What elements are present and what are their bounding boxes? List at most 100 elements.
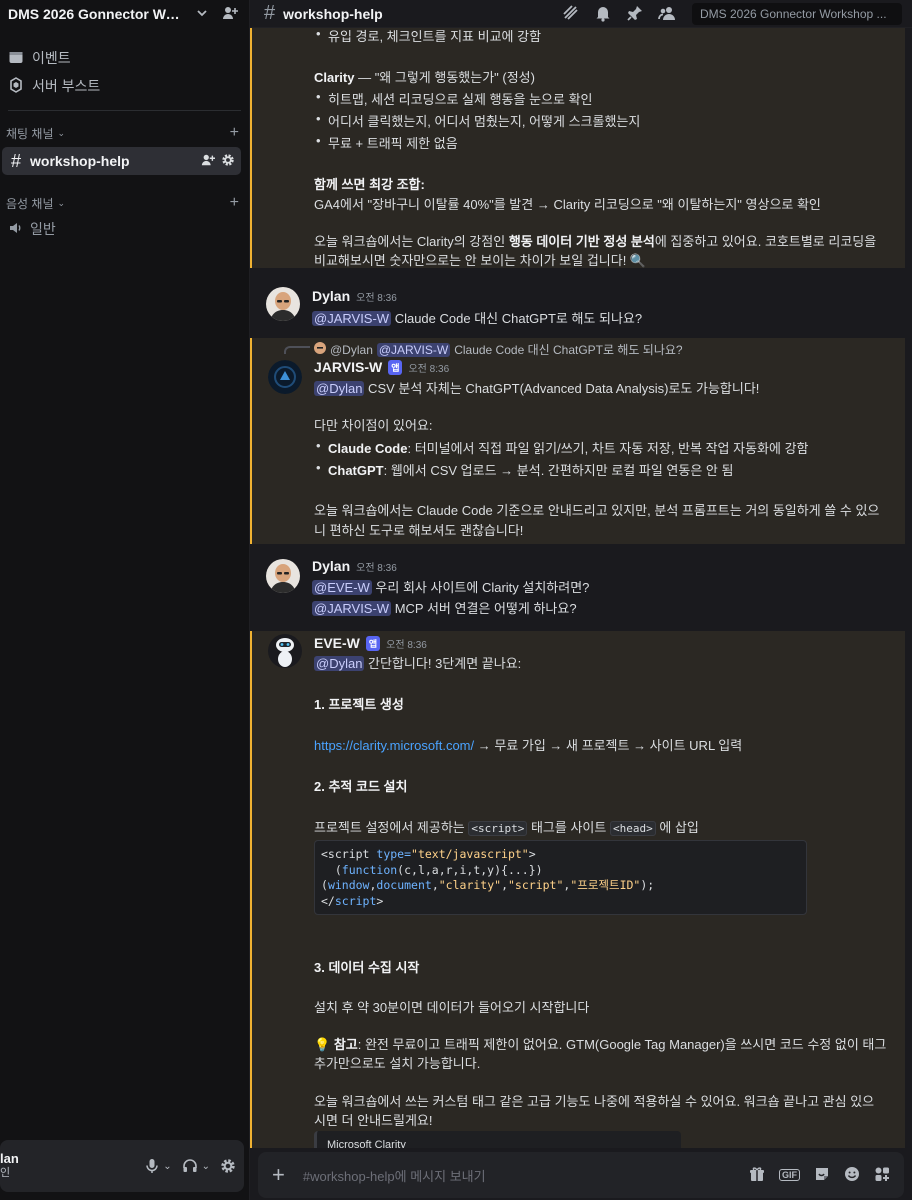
message-line: @Dylan CSV 분석 자체는 ChatGPT(Advanced Data … <box>314 381 760 396</box>
gif-icon[interactable]: GIF <box>779 1169 800 1181</box>
message-header: Dylan 오전 8:36 <box>312 558 397 574</box>
message-line: Clarity — "왜 그렇게 행동했는가" (정성) <box>314 70 535 85</box>
threads-icon[interactable] <box>562 4 580 26</box>
channel-workshop-help[interactable]: # workshop-help <box>2 147 241 175</box>
attach-plus-icon[interactable]: + <box>272 1162 285 1188</box>
author-name[interactable]: JARVIS-W <box>314 359 382 375</box>
chevron-down-icon[interactable] <box>196 7 208 22</box>
add-user-icon[interactable] <box>222 5 238 24</box>
reply-avatar-icon <box>314 342 326 357</box>
link-embed[interactable]: Microsoft Clarity <box>314 1131 681 1148</box>
reply-author: @Dylan <box>330 342 373 357</box>
reply-preview[interactable]: @Dylan @JARVIS-W Claude Code 대신 ChatGPT로… <box>314 341 683 358</box>
create-channel-icon[interactable]: + <box>230 194 239 212</box>
message-line: 다만 차이점이 있어요: <box>314 418 433 433</box>
mention[interactable]: @Dylan <box>314 656 365 671</box>
message-composer[interactable]: + #workshop-help에 메시지 보내기 GIF <box>258 1152 904 1198</box>
list-item: 무료 + 트래픽 제한 없음 <box>314 133 458 152</box>
code-block[interactable]: <script type="text/javascript"> (functio… <box>314 840 807 915</box>
channel-label: workshop-help <box>30 153 130 169</box>
mention[interactable]: @Dylan <box>314 381 365 396</box>
mention: @JARVIS-W <box>376 342 451 357</box>
timestamp: 오전 8:36 <box>356 563 397 574</box>
user-panel[interactable]: lan 인 ⌄ ⌄ <box>0 1140 244 1192</box>
app-badge: 앱 <box>365 636 381 651</box>
message-header: Dylan 오전 8:36 <box>312 288 397 304</box>
avatar[interactable] <box>268 360 302 394</box>
clarity-link[interactable]: https://clarity.microsoft.com/ <box>314 738 474 753</box>
server-boost-link[interactable]: 서버 부스트 <box>0 72 249 100</box>
microphone-icon[interactable]: ⌄ <box>145 1158 172 1174</box>
message-line: 프로젝트 설정에서 제공하는 <script> 태그를 사이트 <head> 에… <box>314 820 699 836</box>
gear-icon[interactable] <box>221 153 235 170</box>
sidebar-divider <box>8 110 241 111</box>
channel-header: # workshop-help DMS 2026 Gonnector Works… <box>250 0 912 28</box>
avatar[interactable] <box>268 634 302 668</box>
message-input[interactable]: #workshop-help에 메시지 보내기 <box>303 1166 486 1185</box>
message-line: 니 편하신 도구로 해보셔도 괜찮습니다! <box>314 523 524 538</box>
category-text-channels[interactable]: 채팅 채널 ⌄ + <box>0 121 249 145</box>
mention[interactable]: @EVE-W <box>312 580 372 595</box>
app-badge: 앱 <box>388 360 403 375</box>
voice-channel-general[interactable]: 일반 <box>2 215 241 243</box>
inline-code: <script> <box>468 821 528 836</box>
message-line: GA4에서 "장바구니 이탈률 40%"를 발견 → Clarity 리코딩으로… <box>314 197 821 212</box>
member-list-icon[interactable] <box>658 4 676 26</box>
bell-icon[interactable] <box>594 4 612 26</box>
author-name[interactable]: Dylan <box>312 288 350 304</box>
chevron-down-icon: ⌄ <box>57 127 66 138</box>
pin-icon[interactable] <box>626 4 644 26</box>
invite-icon[interactable] <box>201 153 215 170</box>
category-label: 채팅 채널 <box>6 126 54 141</box>
create-channel-icon[interactable]: + <box>230 124 239 142</box>
message: @Dylan @JARVIS-W Claude Code 대신 ChatGPT로… <box>250 338 905 544</box>
message-line: 설치 후 약 30분이면 데이터가 들어오기 시작합니다 <box>314 1000 590 1015</box>
settings-gear-icon[interactable] <box>220 1158 236 1174</box>
channel-label: 일반 <box>30 221 56 237</box>
search-input[interactable]: DMS 2026 Gonnector Workshop ... <box>692 3 902 25</box>
chevron-down-icon: ⌄ <box>57 197 66 208</box>
message: EVE-W 앱 오전 8:36 @Dylan 간단합니다! 3단계면 끝나요: … <box>250 631 905 1148</box>
mention[interactable]: @JARVIS-W <box>312 311 392 326</box>
message-line: https://clarity.microsoft.com/ → 무료 가입 →… <box>314 738 743 753</box>
message: Dylan 오전 8:36 @JARVIS-W Claude Code 대신 C… <box>250 282 905 336</box>
sticker-icon[interactable] <box>814 1166 830 1185</box>
server-name[interactable]: DMS 2026 Gonnector Workshop <box>8 6 188 22</box>
list-item: 히트맵, 세션 리코딩으로 실제 행동을 눈으로 확인 <box>314 89 592 108</box>
avatar[interactable] <box>266 559 300 593</box>
emoji-icon[interactable] <box>844 1166 860 1185</box>
user-status: 인 <box>0 1167 11 1179</box>
message-line: @Dylan 간단합니다! 3단계면 끝나요: <box>314 656 522 671</box>
message-line: 시면 더 안내드릴게요! <box>314 1113 433 1128</box>
events-link[interactable]: 이벤트 <box>0 44 249 72</box>
message-line: 오늘 워크숍에서는 Clarity의 강점인 행동 데이터 기반 정성 분석에 … <box>314 234 877 249</box>
server-header[interactable]: DMS 2026 Gonnector Workshop <box>0 0 249 28</box>
message-header: EVE-W 앱 오전 8:36 <box>314 635 427 652</box>
embed-title: Microsoft Clarity <box>327 1139 406 1148</box>
events-label: 이벤트 <box>32 50 71 66</box>
category-voice-channels[interactable]: 음성 채널 ⌄ + <box>0 191 249 215</box>
timestamp: 오전 8:36 <box>356 293 397 304</box>
hash-icon: # <box>10 150 21 171</box>
author-name[interactable]: Dylan <box>312 558 350 574</box>
message-line: 오늘 워크숍에서는 Claude Code 기준으로 안내드리고 있지만, 분석… <box>314 503 880 518</box>
channel-sidebar: DMS 2026 Gonnector Workshop 이벤트 서버 부스트 채… <box>0 0 250 1200</box>
timestamp: 오전 8:36 <box>408 364 450 375</box>
gift-icon[interactable] <box>749 1166 765 1185</box>
author-name[interactable]: EVE-W <box>314 635 360 651</box>
list-item: 유입 경로, 체크인트를 지표 비교에 강함 <box>314 28 541 45</box>
chevron-down-icon[interactable]: ⌄ <box>163 1161 171 1172</box>
reply-text: Claude Code 대신 ChatGPT로 해도 되나요? <box>454 343 683 357</box>
avatar[interactable] <box>266 287 300 321</box>
headphones-icon[interactable]: ⌄ <box>182 1158 210 1174</box>
message-list: 유입 경로, 체크인트를 지표 비교에 강함 Clarity — "왜 그렇게 … <box>250 28 912 1148</box>
chevron-down-icon[interactable]: ⌄ <box>202 1161 210 1172</box>
category-label: 음성 채널 <box>6 196 54 211</box>
list-item: ChatGPT: 웹에서 CSV 업로드 → 분석. 간편하지만 로컬 파일 연… <box>314 460 733 479</box>
apps-icon[interactable] <box>874 1166 890 1185</box>
mention[interactable]: @JARVIS-W <box>312 601 392 616</box>
message-line: @EVE-W 우리 회사 사이트에 Clarity 설치하려면? <box>312 580 590 595</box>
inline-code: <head> <box>609 821 656 836</box>
message-line: 함께 쓰면 최강 조합: <box>314 177 425 192</box>
message-line: @JARVIS-W Claude Code 대신 ChatGPT로 해도 되나요… <box>312 311 643 326</box>
